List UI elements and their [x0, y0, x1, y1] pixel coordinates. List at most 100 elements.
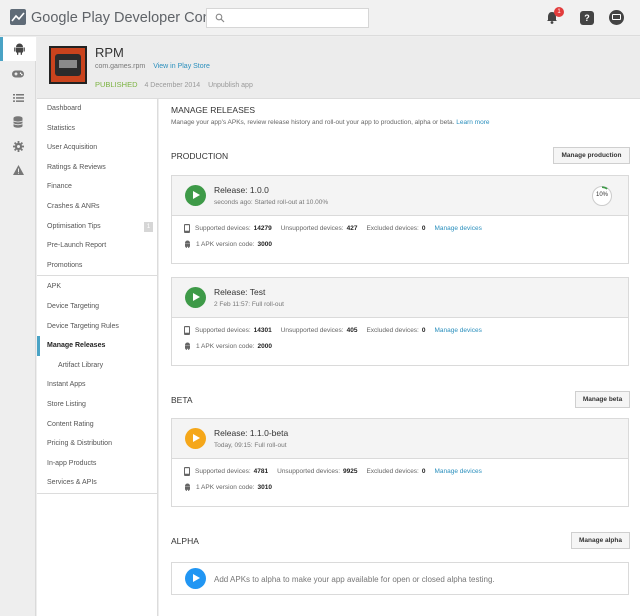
nav-item-pricing-distribution[interactable]: Pricing & Distribution [37, 434, 157, 454]
list-icon [12, 94, 24, 102]
android-icon [185, 240, 190, 248]
account-icon[interactable] [609, 10, 624, 25]
device-counts: Supported devices: 4781 Unsupported devic… [184, 467, 482, 476]
icon-rail [0, 37, 36, 616]
rail-apps[interactable] [0, 37, 36, 61]
unsupported-count: 427 [346, 225, 358, 232]
apk-info: 1 APK version code: 2000 [184, 342, 281, 350]
manage-production-button[interactable]: Manage production [553, 147, 630, 164]
search-input[interactable] [206, 8, 369, 28]
android-icon [185, 483, 190, 491]
rail-database[interactable] [0, 111, 36, 133]
rail-games[interactable] [0, 63, 36, 85]
release-details: Supported devices: 4781 Unsupported devic… [172, 459, 628, 506]
excluded-count: 0 [421, 225, 426, 232]
manage-alpha-button[interactable]: Manage alpha [571, 532, 630, 549]
nav-item-device-targeting[interactable]: Device Targeting [37, 297, 157, 317]
manage-beta-button[interactable]: Manage beta [575, 391, 630, 408]
side-nav: Dashboard Statistics User Acquisition Ra… [37, 99, 158, 616]
manage-devices-link[interactable]: Manage devices [434, 468, 481, 475]
play-console-logo-icon[interactable] [10, 9, 26, 25]
page-title: MANAGE RELEASES [171, 105, 256, 115]
release-card: Release: 1.0.0 seconds ago: Started roll… [171, 175, 629, 264]
nav-item-pre-launch-report[interactable]: Pre-Launch Report [37, 236, 157, 256]
release-meta: 2 Feb 11:57: Full roll-out [214, 301, 284, 308]
device-counts: Supported devices: 14279 Unsupported devi… [184, 224, 482, 233]
unsupported-count: 9925 [343, 468, 358, 475]
nav-item-optimisation-tips[interactable]: Optimisation Tips 1 [37, 217, 157, 237]
nav-item-crashes-anrs[interactable]: Crashes & ANRs [37, 197, 157, 217]
supported-count: 14279 [253, 225, 272, 232]
nav-item-finance[interactable]: Finance [37, 177, 157, 197]
package-name: com.games.rpm [95, 63, 146, 70]
manage-devices-link[interactable]: Manage devices [434, 327, 481, 334]
release-name: Release: 1.0.0 [214, 185, 269, 195]
nav-item-ratings-reviews[interactable]: Ratings & Reviews [37, 158, 157, 178]
nav-item-statistics[interactable]: Statistics [37, 119, 157, 139]
release-name: Release: 1.1.0-beta [214, 428, 289, 438]
rail-lists[interactable] [0, 87, 36, 109]
nav-item-instant-apps[interactable]: Instant Apps [37, 375, 157, 395]
nav-item-in-app-products[interactable]: In-app Products [37, 454, 157, 474]
app-title: RPM [95, 45, 124, 60]
nav-item-content-rating[interactable]: Content Rating [37, 415, 157, 435]
rollout-progress-ring [601, 185, 608, 190]
nav-item-manage-releases[interactable]: Manage Releases [37, 336, 157, 356]
nav-item-apk[interactable]: APK [37, 277, 157, 297]
database-icon [13, 116, 23, 128]
supported-label: Supported devices: [195, 327, 251, 334]
phone-icon [184, 326, 190, 335]
gamepad-icon [12, 70, 24, 78]
app-status: PUBLISHED 4 December 2014 Unpublish app [95, 80, 253, 89]
subtitle-text: Manage your app's APKs, review release h… [171, 119, 455, 126]
learn-more-link[interactable]: Learn more [456, 119, 489, 126]
release-header[interactable]: Release: 1.0.0 seconds ago: Started roll… [172, 176, 628, 216]
phone-icon [184, 224, 190, 233]
play-icon [185, 185, 206, 206]
search-icon [215, 13, 225, 23]
nav-item-dashboard[interactable]: Dashboard [37, 99, 157, 119]
apk-label: 1 APK version code: [196, 240, 255, 248]
nav-item-device-targeting-rules[interactable]: Device Targeting Rules [37, 317, 157, 337]
notification-badge: 1 [554, 7, 564, 17]
android-icon [14, 43, 25, 55]
release-header[interactable]: Release: Test 2 Feb 11:57: Full roll-out [172, 278, 628, 318]
android-icon [185, 342, 190, 350]
beta-title: BETA [171, 395, 193, 405]
nav-item-services-apis[interactable]: Services & APIs [37, 473, 157, 493]
release-name: Release: Test [214, 287, 266, 297]
nav-item-store-listing[interactable]: Store Listing [37, 395, 157, 415]
rail-settings[interactable] [0, 135, 36, 157]
device-counts: Supported devices: 14301 Unsupported devi… [184, 326, 482, 335]
play-icon [185, 287, 206, 308]
nav-item-artifact-library[interactable]: Artifact Library [37, 356, 157, 376]
view-in-play-store-link[interactable]: View in Play Store [153, 63, 210, 70]
phone-icon [184, 467, 190, 476]
play-icon [185, 428, 206, 449]
page-subtitle: Manage your app's APKs, review release h… [171, 119, 490, 126]
unpublish-app-link[interactable]: Unpublish app [208, 82, 253, 89]
unsupported-label: Unsupported devices: [280, 225, 344, 232]
nav-item-promotions[interactable]: Promotions [37, 256, 157, 276]
published-date: 4 December 2014 [144, 82, 201, 89]
supported-label: Supported devices: [195, 225, 251, 232]
nav-item-user-acquisition[interactable]: User Acquisition [37, 138, 157, 158]
apk-version-code: 3010 [257, 483, 273, 491]
excluded-label: Excluded devices: [366, 468, 419, 475]
release-meta: seconds ago: Started roll-out at 10.00% [214, 199, 329, 206]
nav-group-release: APK Device Targeting Device Targeting Ru… [37, 277, 157, 494]
release-meta: Today, 09:15: Full roll-out [214, 442, 287, 449]
apk-label: 1 APK version code: [196, 342, 255, 350]
manage-devices-link[interactable]: Manage devices [434, 225, 481, 232]
tips-count-badge: 1 [144, 221, 153, 232]
alpha-message: Add APKs to alpha to make your app avail… [214, 575, 495, 584]
app-package: com.games.rpm View in Play Store [95, 63, 210, 70]
release-card: Release: 1.1.0-beta Today, 09:15: Full r… [171, 418, 629, 507]
nav-group-overview: Dashboard Statistics User Acquisition Ra… [37, 99, 157, 277]
app-icon [49, 46, 87, 84]
excluded-label: Excluded devices: [366, 225, 419, 232]
help-icon[interactable]: ? [580, 11, 594, 25]
rollout-progress: 10% [592, 185, 612, 206]
rail-alerts[interactable] [0, 159, 36, 181]
release-header[interactable]: Release: 1.1.0-beta Today, 09:15: Full r… [172, 419, 628, 459]
